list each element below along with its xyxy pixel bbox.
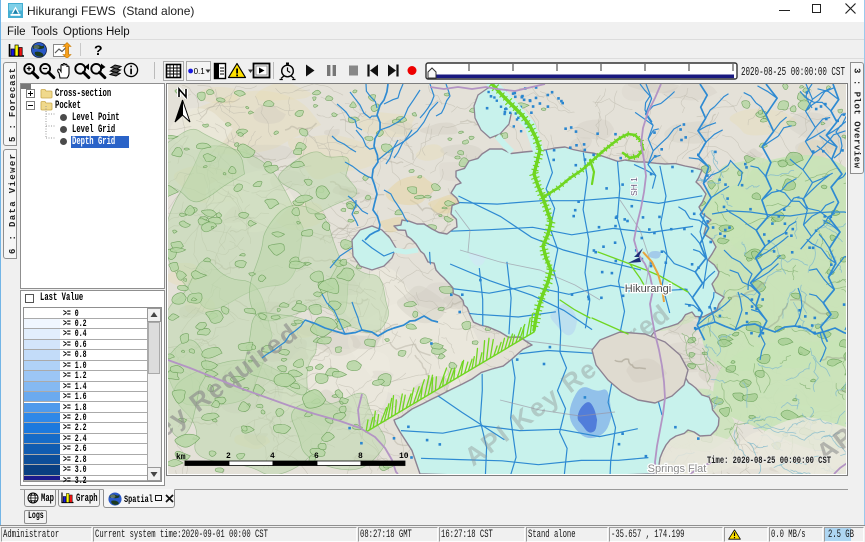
svg-text:6: 6 — [314, 452, 319, 461]
svg-text:SH 1: SH 1 — [629, 177, 639, 196]
svg-text:4: 4 — [270, 452, 275, 461]
svg-text:5 : Forecast: 5 : Forecast — [8, 68, 17, 142]
svg-text:2: 2 — [226, 452, 231, 461]
svg-text:0.1: 0.1 — [194, 67, 206, 76]
svg-text:Time: 2020-08-25 00:00:00 CST: Time: 2020-08-25 00:00:00 CST — [707, 455, 831, 467]
svg-text:8: 8 — [358, 452, 363, 461]
svg-text:10: 10 — [399, 452, 409, 461]
svg-text:6 : Data Viewer: 6 : Data Viewer — [8, 154, 17, 254]
svg-text:3 : Plot Overview: 3 : Plot Overview — [852, 68, 862, 169]
svg-text:km: km — [176, 453, 186, 462]
svg-text:Hikurangi: Hikurangi — [625, 283, 671, 295]
svg-text:Springs Flat: Springs Flat — [648, 463, 707, 474]
